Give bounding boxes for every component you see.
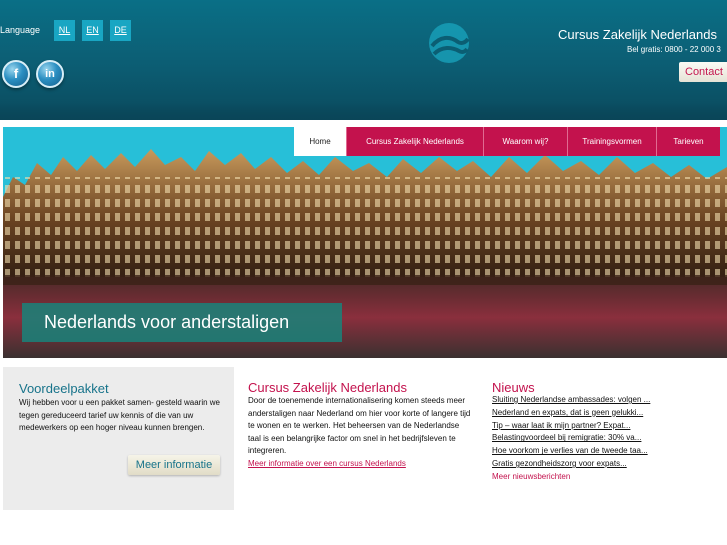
news-item[interactable]: Tip – waar laat ik mijn partner? Expat..… <box>492 420 650 433</box>
voordeel-text: Wij hebben voor u een pakket samen- gest… <box>19 398 220 432</box>
phone-number: Bel gratis: 0800 - 22 000 3 <box>627 45 721 54</box>
site-title: Cursus Zakelijk Nederlands <box>558 27 717 42</box>
banner-caption: Nederlands voor anderstaligen <box>22 303 342 342</box>
meer-informatie-button[interactable]: Meer informatie <box>128 455 220 475</box>
news-item[interactable]: Gratis gezondheidszorg voor expats... <box>492 458 650 471</box>
news-item[interactable]: Sluiting Nederlandse ambassades: volgen … <box>492 394 650 407</box>
voordeel-title: Voordeelpakket <box>19 381 109 396</box>
linkedin-icon[interactable]: in <box>36 60 64 88</box>
cursus-text: Door de toenemende internationalisering … <box>248 396 471 455</box>
nieuws-title: Nieuws <box>492 380 535 395</box>
voordeel-panel: Voordeelpakket Wij hebben voor u een pak… <box>3 367 234 510</box>
more-news-link[interactable]: Meer nieuwsberichten <box>492 472 570 481</box>
header: Language NL EN DE f in Cursus Zakelijk N… <box>0 0 727 120</box>
banner: Home Cursus Zakelijk Nederlands Waarom w… <box>3 127 727 358</box>
news-item[interactable]: Hoe voorkom je verlies van de tweede taa… <box>492 445 650 458</box>
facebook-icon[interactable]: f <box>2 60 30 88</box>
page: Language NL EN DE f in Cursus Zakelijk N… <box>0 0 727 545</box>
news-item[interactable]: Nederland en expats, dat is geen gelukki… <box>492 407 650 420</box>
language-de-button[interactable]: DE <box>110 20 131 41</box>
nav-tarieven[interactable]: Tarieven <box>656 127 720 156</box>
logo-icon <box>429 23 470 63</box>
news-item[interactable]: Belastingvoordeel bij remigratie: 30% va… <box>492 432 650 445</box>
nav-trainingsvormen[interactable]: Trainingsvormen <box>567 127 656 156</box>
language-nl-button[interactable]: NL <box>54 20 75 41</box>
news-list: Sluiting Nederlandse ambassades: volgen … <box>492 394 650 471</box>
cursus-more-link[interactable]: Meer informatie over een cursus Nederlan… <box>248 459 406 468</box>
language-en-button[interactable]: EN <box>82 20 103 41</box>
nav-waarom-wij[interactable]: Waarom wij? <box>483 127 567 156</box>
language-label: Language <box>0 25 41 35</box>
cursus-title: Cursus Zakelijk Nederlands <box>248 380 407 395</box>
nav-cursus-zakelijk-nederlands[interactable]: Cursus Zakelijk Nederlands <box>346 127 483 156</box>
nav-home[interactable]: Home <box>294 127 346 156</box>
contact-button[interactable]: Contact <box>679 62 727 82</box>
